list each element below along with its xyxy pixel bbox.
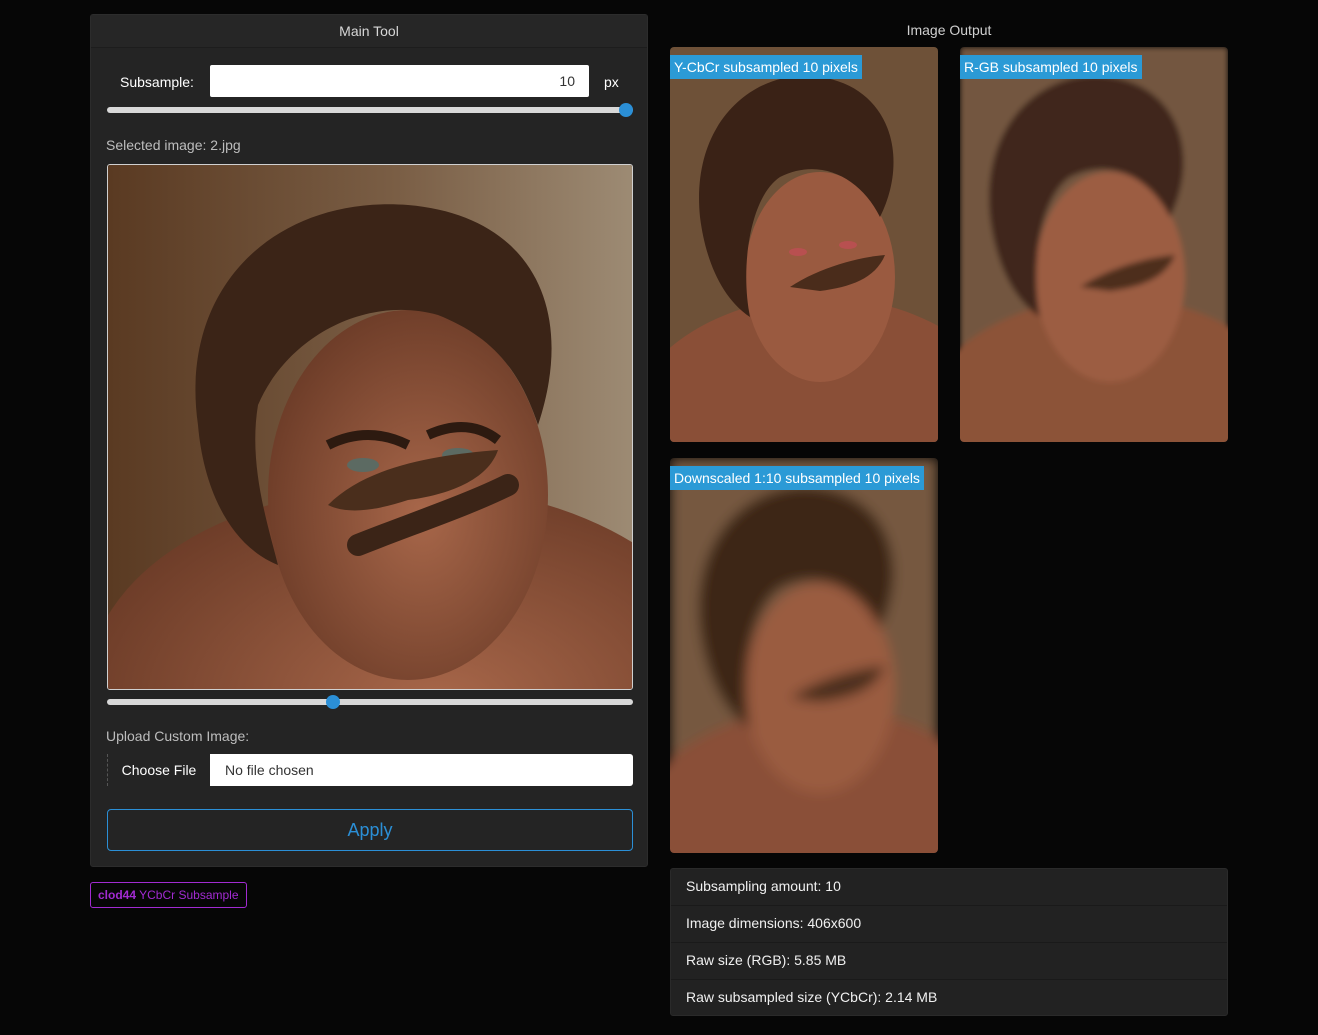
panel-title: Main Tool	[91, 15, 647, 48]
credit-link[interactable]: clod44 YCbCr Subsample	[90, 882, 247, 908]
selected-image-preview	[107, 164, 633, 690]
output-label-rgb: R-GB subsampled 10 pixels	[960, 55, 1142, 79]
credit-author: clod44	[98, 888, 137, 902]
output-image-downscaled: Downscaled 1:10 subsampled 10 pixels	[670, 458, 938, 853]
selected-image-text: Selected image: 2.jpg	[106, 137, 241, 153]
image-slider[interactable]	[107, 695, 633, 709]
upload-label: Upload Custom Image:	[106, 728, 250, 744]
info-panel: Subsampling amount: 10 Image dimensions:…	[670, 868, 1228, 1016]
info-raw-size: Raw size (RGB): 5.85 MB	[671, 943, 1227, 980]
info-image-dimensions: Image dimensions: 406x600	[671, 906, 1227, 943]
subsample-row: Subsample: 10 px	[107, 65, 633, 99]
info-subsampling-amount: Subsampling amount: 10	[671, 869, 1227, 906]
subsample-slider-thumb[interactable]	[619, 103, 633, 117]
portrait-photo	[108, 165, 632, 689]
portrait-photo	[670, 47, 938, 442]
main-tool-panel: Main Tool Subsample: 10 px Selected imag…	[90, 14, 648, 867]
output-image-ycbcr: Y-CbCr subsampled 10 pixels	[670, 47, 938, 442]
output-label-ycbcr: Y-CbCr subsampled 10 pixels	[670, 55, 862, 79]
subsample-slider[interactable]	[107, 103, 633, 117]
subsample-label: Subsample:	[120, 74, 194, 90]
apply-button[interactable]: Apply	[107, 809, 633, 851]
choose-file-button[interactable]: Choose File	[107, 754, 210, 786]
credit-project: YCbCr Subsample	[139, 888, 239, 902]
info-raw-subsampled-size: Raw subsampled size (YCbCr): 2.14 MB	[686, 989, 938, 1005]
output-label-downscaled: Downscaled 1:10 subsampled 10 pixels	[670, 466, 924, 490]
portrait-photo	[960, 47, 1228, 442]
subsample-input[interactable]: 10	[210, 65, 589, 97]
portrait-photo	[670, 458, 938, 853]
image-slider-thumb[interactable]	[326, 695, 341, 709]
output-title: Image Output	[906, 22, 992, 38]
file-name-display: No file chosen	[210, 754, 633, 786]
file-input[interactable]: Choose File No file chosen	[107, 754, 633, 786]
subsample-unit: px	[604, 74, 619, 90]
output-image-rgb: R-GB subsampled 10 pixels	[960, 47, 1228, 442]
